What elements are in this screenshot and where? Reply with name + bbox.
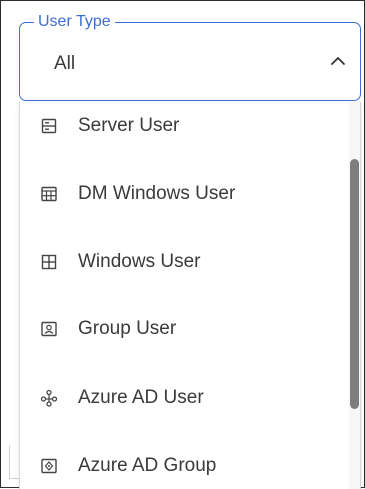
option-label: Azure AD User <box>78 387 204 408</box>
option-group-user[interactable]: Group User <box>20 305 350 353</box>
option-label: Azure AD Group <box>78 455 217 476</box>
option-azure-ad-user[interactable]: Azure AD User <box>20 374 350 422</box>
divider <box>9 446 10 479</box>
network-nodes-icon <box>40 389 58 407</box>
azure-group-icon <box>41 458 57 474</box>
dropdown-menu: Server User DM Windows User Windows User <box>19 102 361 489</box>
option-label: Server User <box>78 115 180 136</box>
scrollbar-track[interactable] <box>349 102 360 489</box>
group-icon <box>41 321 57 337</box>
window-grid-icon <box>41 186 57 202</box>
user-type-select[interactable]: User Type All <box>19 12 361 101</box>
option-label: Group User <box>78 318 177 339</box>
option-label: Windows User <box>78 251 201 272</box>
chevron-up-icon[interactable] <box>328 51 348 71</box>
scrollbar-thumb[interactable] <box>350 159 359 409</box>
option-label: DM Windows User <box>78 183 236 204</box>
option-server-user[interactable]: Server User <box>20 102 350 150</box>
select-label: User Type <box>34 12 115 32</box>
server-icon <box>41 118 57 134</box>
option-azure-ad-group[interactable]: Azure AD Group <box>20 442 350 489</box>
option-dm-windows-user[interactable]: DM Windows User <box>20 170 350 218</box>
windows-icon <box>41 254 57 270</box>
user-type-select-panel: User Type All Server User DM Windows Use… <box>0 0 365 489</box>
selected-value: All <box>54 53 76 74</box>
option-windows-user[interactable]: Windows User <box>20 238 350 286</box>
